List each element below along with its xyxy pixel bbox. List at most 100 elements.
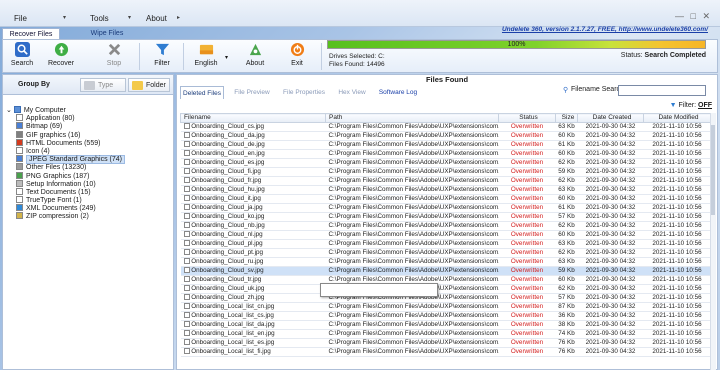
table-row[interactable]: Onboarding_Cloud_zh.jpg C:\Program Files\… <box>180 293 711 303</box>
tree-item[interactable]: Setup Information (10) <box>16 179 172 188</box>
tree-item[interactable]: Text Documents (15) <box>16 187 172 196</box>
stop-button[interactable]: Stop <box>99 40 129 72</box>
tree-item[interactable]: GIF graphics (16) <box>16 130 172 139</box>
column-header[interactable]: Path <box>325 113 499 123</box>
table-row[interactable]: Onboarding_Local_list_cn.jpg C:\Program F… <box>180 302 711 312</box>
collapse-arrow-icon[interactable]: ⌄ <box>6 107 12 114</box>
menu-file-caret-icon[interactable]: ▾ <box>63 14 66 21</box>
table-row[interactable]: Onboarding_Cloud_ko.jpg C:\Program Files\… <box>180 212 711 222</box>
filter-value[interactable]: OFF <box>698 102 712 109</box>
filter-button[interactable]: Filter <box>147 40 177 72</box>
column-header[interactable]: Filename <box>180 113 326 123</box>
language-dropdown-caret-icon[interactable]: ▾ <box>225 54 228 61</box>
column-header[interactable]: Size <box>555 113 578 123</box>
column-header[interactable]: Date Created <box>577 113 644 123</box>
menu-file[interactable]: File <box>14 14 27 23</box>
tree-root[interactable]: ⌄ My Computer <box>6 106 172 114</box>
table-row[interactable]: Onboarding_Cloud_hu.jpg C:\Program Files\… <box>180 185 711 195</box>
tab-software-log[interactable]: Software Log <box>376 86 420 99</box>
tab-file-properties[interactable]: File Properties <box>280 86 328 99</box>
table-row[interactable]: Onboarding_Cloud_cs.jpg C:\Program Files\… <box>180 122 711 132</box>
table-row[interactable]: Onboarding_Local_list_fi.jpg C:\Program F… <box>180 347 711 357</box>
menu-about-caret-icon[interactable]: ▸ <box>177 14 180 21</box>
table-row[interactable]: Onboarding_Cloud_da.jpg C:\Program Files\… <box>180 131 711 141</box>
row-checkbox[interactable] <box>183 330 190 336</box>
version-link[interactable]: Undelete 360, version 2.1.7.27, FREE, ht… <box>502 26 708 33</box>
row-checkbox[interactable] <box>183 204 190 210</box>
about-button[interactable]: About <box>239 40 271 72</box>
tree-item[interactable]: JPEG Standard Graphics (74) <box>16 155 172 165</box>
row-checkbox[interactable] <box>183 231 190 237</box>
row-checkbox[interactable] <box>183 168 190 174</box>
tree-item[interactable]: TrueType Font (1) <box>16 196 172 204</box>
menu-about[interactable]: About <box>146 14 167 23</box>
table-row[interactable]: Onboarding_Local_list_cs.jpg C:\Program F… <box>180 311 711 321</box>
tree-item[interactable]: Bitmap (69) <box>16 122 172 130</box>
row-checkbox[interactable] <box>183 195 190 201</box>
tab-file-preview[interactable]: File Preview <box>230 86 274 99</box>
table-row[interactable]: Onboarding_Cloud_de.jpg C:\Program Files\… <box>180 140 711 150</box>
tab-wipe-files[interactable]: Wipe Files <box>82 28 132 39</box>
table-row[interactable]: Onboarding_Cloud_it.jpg C:\Program Files\… <box>180 194 711 204</box>
row-checkbox[interactable] <box>183 312 190 318</box>
menu-tools-caret-icon[interactable]: ▾ <box>128 14 131 21</box>
row-checkbox[interactable] <box>183 150 190 156</box>
row-checkbox[interactable] <box>183 267 190 273</box>
menu-tools[interactable]: Tools <box>90 14 109 23</box>
row-checkbox[interactable] <box>183 276 190 282</box>
row-checkbox[interactable] <box>183 285 190 291</box>
row-checkbox[interactable] <box>183 213 190 219</box>
row-checkbox[interactable] <box>183 339 190 345</box>
tab-deleted-files[interactable]: Deleted Files <box>180 86 224 99</box>
scrollbar-thumb[interactable] <box>711 125 715 215</box>
table-row[interactable]: Onboarding_Cloud_uk.jpgC:\Program Files\… <box>180 284 711 294</box>
table-row[interactable]: Onboarding_Local_list_es.jpg C:\Program F… <box>180 338 711 348</box>
row-checkbox[interactable] <box>183 321 190 327</box>
table-row[interactable]: Onboarding_Cloud_fr.jpg C:\Program Files\… <box>180 176 711 186</box>
tree-item[interactable]: HTML Documents (559) <box>16 138 172 147</box>
filename-search-input[interactable] <box>618 85 706 96</box>
table-row[interactable]: Onboarding_Cloud_en.jpg C:\Program Files\… <box>180 149 711 159</box>
tree-item[interactable]: Application (80) <box>16 114 172 122</box>
tree-item[interactable]: Other Files (13230) <box>16 163 172 171</box>
table-row[interactable]: Onboarding_Cloud_nb.jpg C:\Program Files\… <box>180 221 711 231</box>
row-checkbox[interactable] <box>183 159 190 165</box>
table-row[interactable]: Onboarding_Cloud_ru.jpg C:\Program Files\… <box>180 257 711 267</box>
table-row[interactable]: Onboarding_Cloud_fi.jpg C:\Program Files\… <box>180 167 711 177</box>
tab-hex-view[interactable]: Hex View <box>335 86 369 99</box>
row-checkbox[interactable] <box>183 240 190 246</box>
row-checkbox[interactable] <box>183 249 190 255</box>
table-row[interactable]: Onboarding_Cloud_tr.jpg C:\Program Files\… <box>180 275 711 285</box>
tree-item[interactable]: Icon (4) <box>16 146 172 155</box>
window-controls[interactable]: — □ ✕ <box>675 11 712 22</box>
tab-recover-files[interactable]: Recover Files <box>2 28 60 39</box>
row-checkbox[interactable] <box>183 141 190 147</box>
table-row[interactable]: Onboarding_Local_list_en.jpg C:\Program F… <box>180 329 711 339</box>
table-row[interactable]: Onboarding_Cloud_pl.jpg C:\Program Files\… <box>180 239 711 249</box>
group-by-type-button[interactable]: Type <box>80 78 126 92</box>
column-header[interactable]: Status <box>498 113 556 123</box>
row-checkbox[interactable] <box>183 132 190 138</box>
table-row[interactable]: Onboarding_Local_list_da.jpg C:\Program F… <box>180 320 711 330</box>
tree-item[interactable]: ZIP compression (2) <box>16 212 172 220</box>
row-checkbox[interactable] <box>183 258 190 264</box>
filter-status[interactable]: ▼ Filter: OFF <box>670 102 712 109</box>
row-checkbox[interactable] <box>183 348 190 354</box>
language-button[interactable]: English <box>189 40 223 72</box>
exit-button[interactable]: Exit <box>283 40 311 72</box>
tree-item[interactable]: PNG Graphics (187) <box>16 171 172 180</box>
recover-button[interactable]: Recover <box>43 40 79 72</box>
row-checkbox[interactable] <box>183 177 190 183</box>
table-row[interactable]: Onboarding_Cloud_sv.jpg C:\Program Files\… <box>180 266 711 276</box>
column-header[interactable]: Date Modified <box>643 113 711 123</box>
table-row[interactable]: Onboarding_Cloud_pt.jpg C:\Program Files\… <box>180 248 711 258</box>
row-checkbox[interactable] <box>183 123 190 129</box>
row-checkbox[interactable] <box>183 186 190 192</box>
row-checkbox[interactable] <box>183 294 190 300</box>
tree-item[interactable]: XML Documents (249) <box>16 204 172 212</box>
row-checkbox[interactable] <box>183 222 190 228</box>
row-checkbox[interactable] <box>183 303 190 309</box>
table-row[interactable]: Onboarding_Cloud_nl.jpg C:\Program Files\… <box>180 230 711 240</box>
table-row[interactable]: Onboarding_Cloud_ja.jpg C:\Program Files\… <box>180 203 711 213</box>
group-by-folder-button[interactable]: Folder <box>128 78 170 92</box>
